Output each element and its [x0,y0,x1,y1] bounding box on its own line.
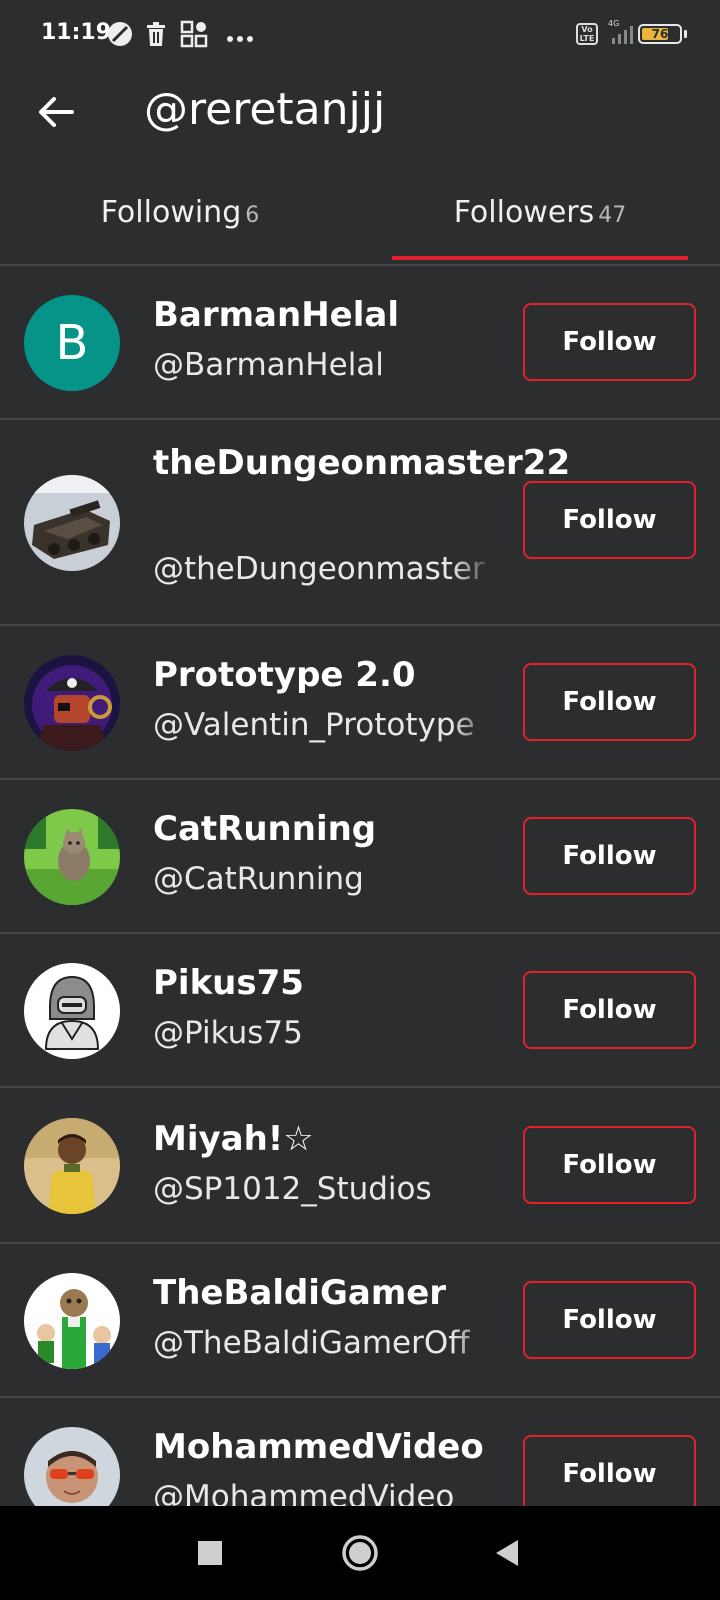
recents-square-icon [198,1541,222,1565]
signal-icon: 4G [608,18,638,50]
list-item[interactable]: Miyah!☆ @SP1012_Studios Follow [0,1088,720,1244]
list-item[interactable]: MohammedVideo @MohammedVideo Follow [0,1398,720,1506]
display-name: theDungeonmaster22 [153,443,571,483]
username: @CatRunning [153,861,364,897]
avatar[interactable] [24,809,120,905]
battery-text: 76 [651,27,669,41]
list-item[interactable]: theDungeonmaster22 @theDungeonmaster Fol… [0,420,720,626]
more-dots-icon [226,28,254,47]
followers-list[interactable]: B BarmanHelal @BarmanHelal Follow theDun… [0,266,720,1506]
username: @TheBaldiGamerOff [153,1325,470,1361]
display-name: BarmanHelal [153,295,399,335]
display-name: Miyah!☆ [153,1119,314,1159]
back-button[interactable] [30,86,82,138]
battery-icon: 76 [638,24,682,44]
username: @SP1012_Studios [153,1171,432,1207]
tab-count: 47 [598,203,627,228]
status-bar: 11:19 Vo LTE 4G 76 [0,0,720,70]
tank-avatar-image [24,475,120,571]
tab-count: 6 [245,203,260,228]
follow-button[interactable]: Follow [523,971,696,1049]
baldi-avatar-image [24,1273,120,1369]
recents-button[interactable] [170,1506,250,1600]
list-item[interactable]: CatRunning @CatRunning Follow [0,780,720,934]
username: @BarmanHelal [153,347,384,383]
system-nav-bar [0,1506,720,1600]
display-name: Pikus75 [153,963,304,1003]
username: @MohammedVideo [153,1479,455,1506]
username: @Pikus75 [153,1015,303,1051]
boy-avatar-photo [24,1118,120,1214]
follow-button[interactable]: Follow [523,1281,696,1359]
avatar[interactable] [24,1118,120,1214]
follow-button[interactable]: Follow [523,1435,696,1506]
tab-followers[interactable]: Followers 47 [360,186,720,260]
arrow-left-icon [39,97,74,127]
tab-label: Following [100,195,242,230]
back-triangle-icon [496,1540,518,1566]
svg-text:4G: 4G [608,19,619,28]
page-title: @reretanjjj [144,84,386,135]
display-name: MohammedVideo [153,1427,484,1467]
avatar[interactable] [24,475,120,571]
display-name: Prototype 2.0 [153,655,416,695]
avatar[interactable] [24,1427,120,1506]
list-item[interactable]: Pikus75 @Pikus75 Follow [0,934,720,1088]
username: @theDungeonmaster [153,551,485,587]
display-name: CatRunning [153,809,377,849]
man-sunglasses-avatar-photo [24,1427,120,1506]
follow-button[interactable]: Follow [523,1126,696,1204]
status-indicators: Vo LTE 4G 76 [520,0,720,70]
follow-button[interactable]: Follow [523,663,696,741]
battery-cap [684,30,687,38]
list-item[interactable]: TheBaldiGamer @TheBaldiGamerOff Follow [0,1244,720,1398]
hooded-character-avatar-image [24,963,120,1059]
list-item[interactable]: Prototype 2.0 @Valentin_Prototype Follow [0,626,720,780]
selected-tab-indicator [392,256,688,260]
username: @Valentin_Prototype [153,707,475,743]
follow-button[interactable]: Follow [523,303,696,381]
avatar[interactable]: B [24,295,120,391]
follow-button[interactable]: Follow [523,481,696,559]
trash-icon [145,20,167,52]
apps-grid-icon [180,20,208,52]
volte-icon: Vo LTE [576,23,598,45]
display-name: TheBaldiGamer [153,1273,447,1313]
pirate-avatar-image [24,655,120,751]
follow-button[interactable]: Follow [523,817,696,895]
home-button[interactable] [320,1506,400,1600]
status-time: 11:19 [41,20,112,45]
cat-avatar-image [24,809,120,905]
avatar[interactable] [24,963,120,1059]
tab-following[interactable]: Following 6 [0,186,360,260]
nav-back-button[interactable] [466,1506,546,1600]
avatar[interactable] [24,655,120,751]
avatar[interactable] [24,1273,120,1369]
tab-label: Followers [453,195,595,230]
vpn-icon [106,20,134,52]
list-item[interactable]: B BarmanHelal @BarmanHelal Follow [0,266,720,420]
home-circle-icon [342,1535,378,1571]
